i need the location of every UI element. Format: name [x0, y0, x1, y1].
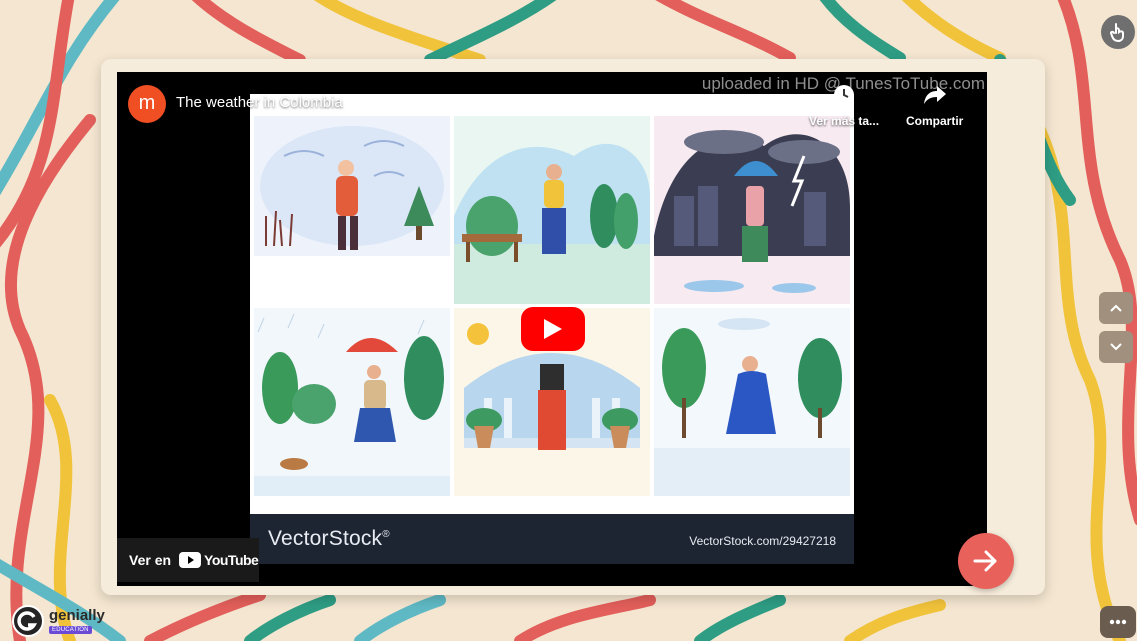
vectorstock-url: VectorStock.com/29427218: [689, 534, 836, 548]
clock-icon: [834, 85, 855, 105]
share-label: Compartir: [906, 114, 964, 128]
vectorstock-logo: VectorStock®: [268, 527, 390, 550]
share-button[interactable]: Compartir: [906, 84, 963, 128]
hand-pointer-icon: [1109, 23, 1124, 42]
scene-windy-snow: [254, 116, 450, 304]
youtube-logo: YouTube: [179, 552, 259, 568]
ellipsis-icon: [1109, 619, 1127, 625]
play-icon: [544, 319, 562, 339]
share-arrow-icon: [923, 86, 946, 104]
youtube-icon: [179, 552, 202, 568]
genially-logo: [12, 605, 44, 637]
channel-avatar[interactable]: m: [128, 85, 166, 123]
education-badge: EDUCATION: [49, 626, 92, 634]
watch-on-label: Ver en: [129, 552, 172, 568]
scene-sunny-park: [454, 116, 650, 304]
scroll-up-button[interactable]: [1099, 292, 1133, 324]
scene-windy-trees: [654, 308, 850, 496]
scene-storm-umbrella: [654, 116, 850, 304]
watch-on-youtube-button[interactable]: Ver en YouTube: [117, 538, 259, 582]
chevron-down-icon: [1110, 343, 1122, 351]
video-title[interactable]: The weather in Colombia: [176, 94, 343, 111]
youtube-embed[interactable]: VectorStock® VectorStock.com/29427218 up…: [117, 72, 987, 586]
play-button[interactable]: [521, 307, 585, 351]
scene-rain-dog-walk: [254, 308, 450, 496]
genially-name: genially: [49, 607, 105, 624]
scroll-down-button[interactable]: [1099, 331, 1133, 363]
interaction-button[interactable]: [1101, 15, 1135, 49]
thumbnail-footer: VectorStock® VectorStock.com/29427218: [250, 514, 854, 564]
genially-brand[interactable]: genially EDUCATION: [12, 604, 105, 638]
chevron-up-icon: [1110, 304, 1122, 312]
more-options-button[interactable]: [1100, 606, 1136, 638]
next-slide-button[interactable]: [958, 533, 1014, 589]
watch-later-button[interactable]: Ver más ta...: [809, 84, 879, 128]
arrow-right-icon: [973, 550, 997, 572]
watch-later-label: Ver más ta...: [809, 114, 880, 128]
